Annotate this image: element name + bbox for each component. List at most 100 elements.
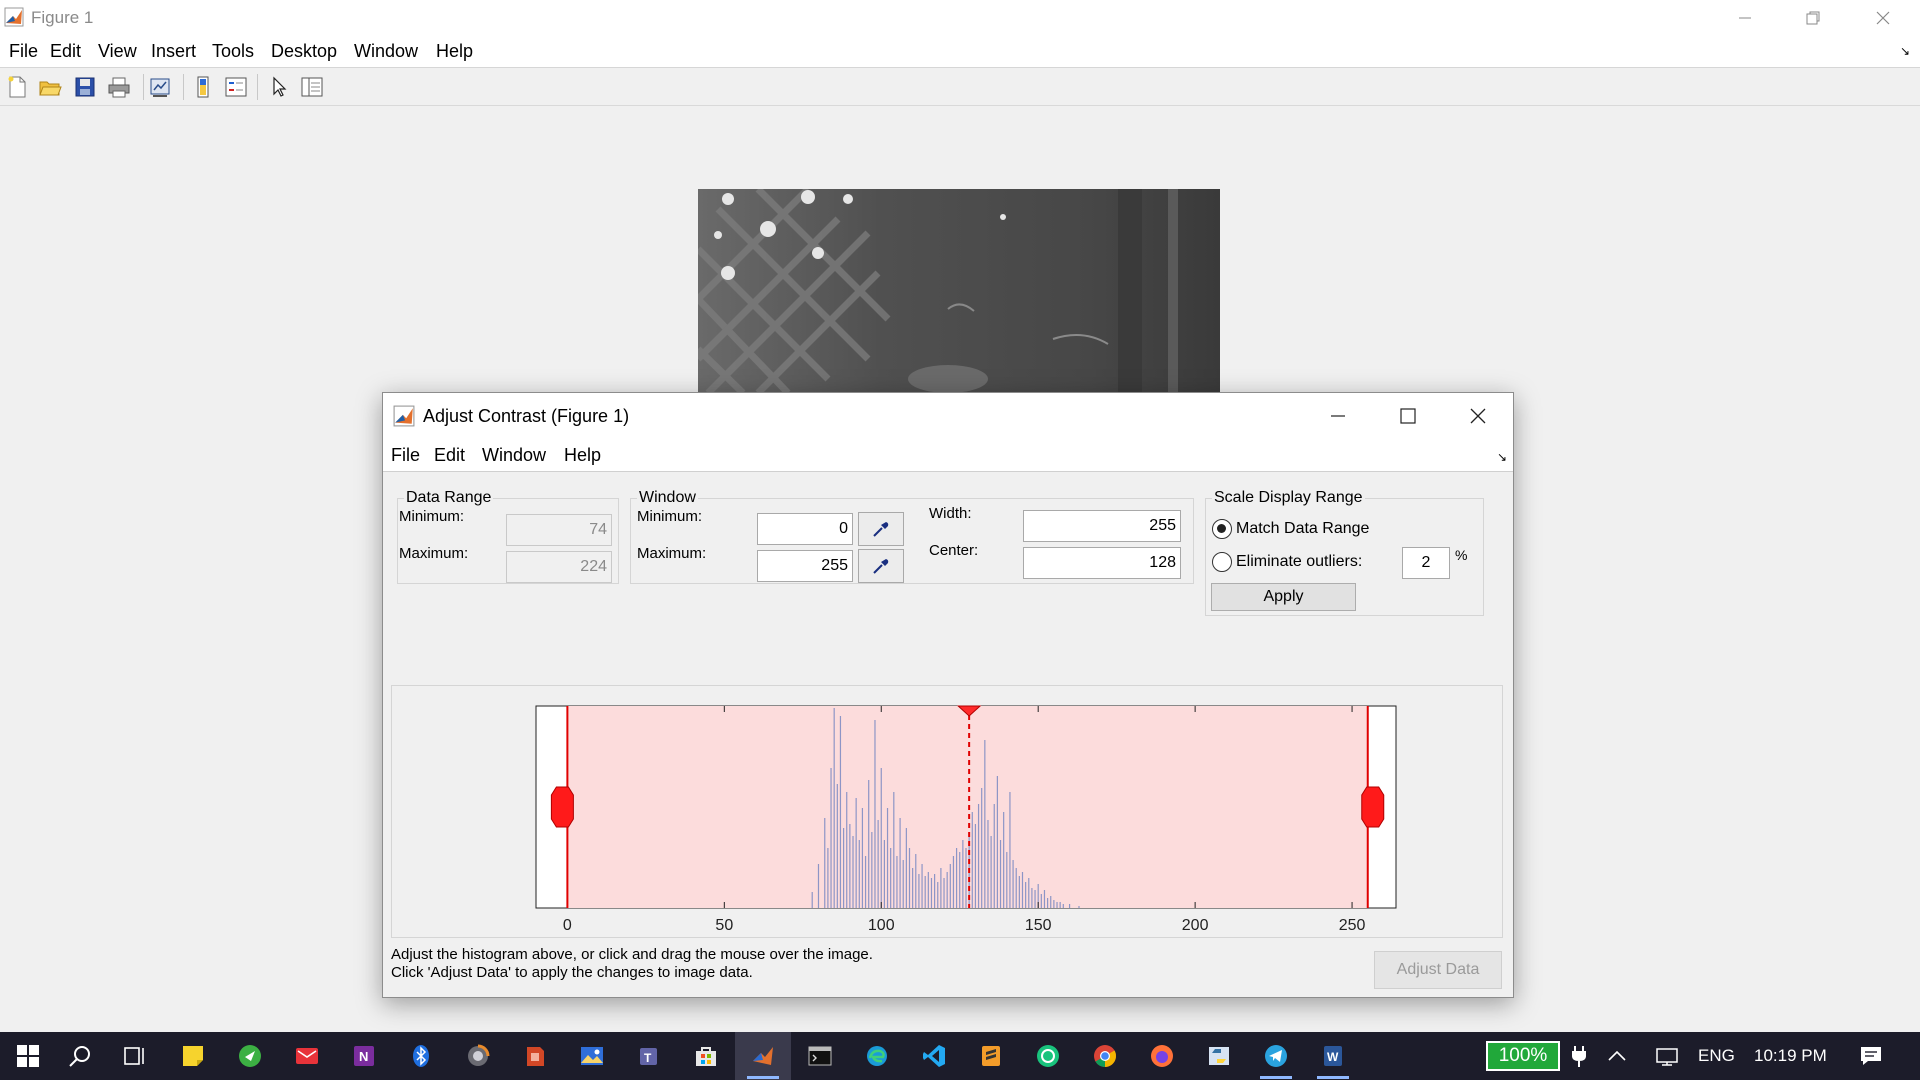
eyedropper-max-icon[interactable] xyxy=(858,549,904,583)
figure-image[interactable] xyxy=(698,189,1220,393)
notifications-icon[interactable] xyxy=(1848,1032,1894,1080)
teams-icon[interactable]: T xyxy=(621,1032,677,1080)
matlab-icon xyxy=(393,405,415,427)
x-tick-label: 200 xyxy=(1182,917,1209,934)
svg-text:W: W xyxy=(1327,1050,1339,1064)
property-inspector-icon[interactable] xyxy=(299,74,325,100)
battery-indicator[interactable]: 100% xyxy=(1486,1041,1560,1071)
colorbar-icon[interactable] xyxy=(190,74,216,100)
sticky-notes-icon[interactable] xyxy=(165,1032,221,1080)
greenshot-icon[interactable] xyxy=(222,1032,278,1080)
x-tick-label: 100 xyxy=(868,917,895,934)
print-icon[interactable] xyxy=(106,74,132,100)
menu-window[interactable]: Window xyxy=(354,41,418,62)
window-center-input[interactable]: 128 xyxy=(1023,547,1181,579)
window-title: Figure 1 xyxy=(31,8,94,27)
x-tick-label: 50 xyxy=(715,917,733,934)
menu-view[interactable]: View xyxy=(98,41,137,62)
adjust-contrast-dialog: Adjust Contrast (Figure 1) File Edit Win… xyxy=(382,392,1514,998)
window-center-label: Center: xyxy=(929,542,979,559)
search-icon[interactable] xyxy=(52,1032,108,1080)
dialog-maximize-button[interactable] xyxy=(1376,393,1440,438)
dock-icon[interactable]: ↘ xyxy=(1900,44,1910,58)
onenote-icon[interactable]: N xyxy=(336,1032,392,1080)
match-data-range-label[interactable]: Match Data Range xyxy=(1236,520,1369,538)
menu-tools[interactable]: Tools xyxy=(212,41,254,62)
open-file-icon[interactable] xyxy=(37,74,63,100)
svg-text:T: T xyxy=(644,1051,652,1065)
sublime-icon[interactable] xyxy=(963,1032,1019,1080)
taskbar: N T W ENG 10:19 PM xyxy=(0,1032,1920,1080)
dialog-menu-window[interactable]: Window xyxy=(482,445,546,466)
clock[interactable]: 10:19 PM xyxy=(1754,1032,1827,1080)
menu-edit[interactable]: Edit xyxy=(50,41,81,62)
mail-icon[interactable] xyxy=(279,1032,335,1080)
instruction-line-2: Click 'Adjust Data' to apply the changes… xyxy=(391,964,753,981)
vscode-icon[interactable] xyxy=(906,1032,962,1080)
save-icon[interactable] xyxy=(72,74,98,100)
dialog-titlebar: Adjust Contrast (Figure 1) xyxy=(383,393,1513,438)
new-figure-icon[interactable] xyxy=(4,74,30,100)
apply-button[interactable]: Apply xyxy=(1211,583,1356,611)
window-range-patch xyxy=(567,706,1368,908)
word-icon[interactable]: W xyxy=(1305,1032,1361,1080)
python-icon[interactable] xyxy=(1191,1032,1247,1080)
window-max-input[interactable]: 255 xyxy=(757,550,853,582)
window-min-label: Minimum: xyxy=(637,508,703,525)
chrome-icon[interactable] xyxy=(1077,1032,1133,1080)
store-icon[interactable] xyxy=(678,1032,734,1080)
bluetooth-icon[interactable] xyxy=(393,1032,449,1080)
data-range-legend: Data Range xyxy=(404,489,494,507)
svg-text:N: N xyxy=(359,1049,368,1064)
histogram-chart[interactable]: 0 50 100 150 200 250 xyxy=(392,686,1504,939)
legend-icon[interactable] xyxy=(223,74,249,100)
figure-toolbar xyxy=(0,68,1920,106)
photos-icon[interactable] xyxy=(564,1032,620,1080)
task-view-icon[interactable] xyxy=(107,1032,163,1080)
adjust-data-button[interactable]: Adjust Data xyxy=(1374,951,1502,989)
matlab-icon xyxy=(4,7,24,27)
dialog-dock-icon[interactable]: ↘ xyxy=(1497,450,1507,464)
close-button[interactable] xyxy=(1860,0,1906,36)
dialog-minimize-button[interactable] xyxy=(1306,393,1370,438)
browser-icon[interactable] xyxy=(450,1032,506,1080)
chatgpt-icon[interactable] xyxy=(1020,1032,1076,1080)
eliminate-outliers-label[interactable]: Eliminate outliers: xyxy=(1236,553,1362,571)
menu-help[interactable]: Help xyxy=(436,41,473,62)
window-max-label: Maximum: xyxy=(637,545,707,562)
terminal-icon[interactable] xyxy=(792,1032,848,1080)
pointer-icon[interactable] xyxy=(266,74,292,100)
window-width-input[interactable]: 255 xyxy=(1023,510,1181,542)
dialog-menu-help[interactable]: Help xyxy=(564,445,601,466)
firefox-icon[interactable] xyxy=(1134,1032,1190,1080)
x-tick-label: 150 xyxy=(1025,917,1052,934)
x-tick-label: 250 xyxy=(1339,917,1366,934)
dialog-menu-file[interactable]: File xyxy=(391,445,420,466)
telegram-icon[interactable] xyxy=(1248,1032,1304,1080)
window-titlebar: Figure 1 xyxy=(0,0,1920,36)
restore-button[interactable] xyxy=(1790,0,1836,36)
window-legend: Window xyxy=(637,489,698,507)
menu-desktop[interactable]: Desktop xyxy=(271,41,337,62)
eliminate-outliers-radio[interactable] xyxy=(1212,552,1232,572)
network-icon[interactable] xyxy=(1645,1032,1689,1080)
power-plug-icon[interactable] xyxy=(1555,1032,1603,1080)
dialog-menu-edit[interactable]: Edit xyxy=(434,445,465,466)
show-hidden-icons-icon[interactable] xyxy=(1600,1032,1634,1080)
powerpoint-icon[interactable] xyxy=(507,1032,563,1080)
minimize-button[interactable] xyxy=(1722,0,1768,36)
window-width-label: Width: xyxy=(929,505,972,522)
dialog-close-button[interactable] xyxy=(1446,393,1510,438)
matlab-taskbar-icon[interactable] xyxy=(735,1032,791,1080)
menubar: File Edit View Insert Tools Desktop Wind… xyxy=(0,36,1920,68)
start-icon[interactable] xyxy=(0,1032,56,1080)
eyedropper-min-icon[interactable] xyxy=(858,512,904,546)
window-min-input[interactable]: 0 xyxy=(757,513,853,545)
outliers-percent-input[interactable]: 2 xyxy=(1402,547,1450,579)
menu-insert[interactable]: Insert xyxy=(151,41,196,62)
link-plot-icon[interactable] xyxy=(147,74,173,100)
match-data-range-radio[interactable] xyxy=(1212,519,1232,539)
edge-icon[interactable] xyxy=(849,1032,905,1080)
menu-file[interactable]: File xyxy=(9,41,38,62)
language-indicator[interactable]: ENG xyxy=(1698,1032,1735,1080)
